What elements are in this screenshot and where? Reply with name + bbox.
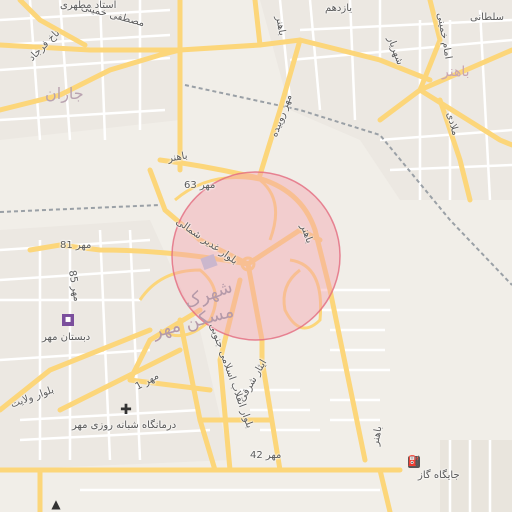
poi-label: درمانگاه شبانه روزی مهر [72,420,177,431]
street-label: مهر 81 [60,240,92,251]
street-label: مهر 42 [250,450,282,461]
street-label: سلطانی [470,12,505,23]
graduation-cap-icon[interactable]: ▲ [50,498,62,510]
fuel-icon[interactable]: ⛽ [408,456,420,468]
street-label: مهر 63 [184,180,216,191]
poi-label: دبستان مهر [42,332,91,343]
district-label: جاران [45,84,84,103]
school-icon[interactable]: ▪ [62,314,74,326]
poi-label: جایگاه گاز [418,470,460,481]
street-label: یازدهم [325,3,353,14]
map-canvas[interactable] [0,0,512,512]
street-label: استاد مطهری [60,0,117,11]
street-label: باهنر [442,64,470,80]
map-view[interactable]: سلطانی یازدهم شهریار امام خمینی باهنر مل… [0,0,512,512]
plus-icon[interactable]: ✚ [120,403,132,417]
